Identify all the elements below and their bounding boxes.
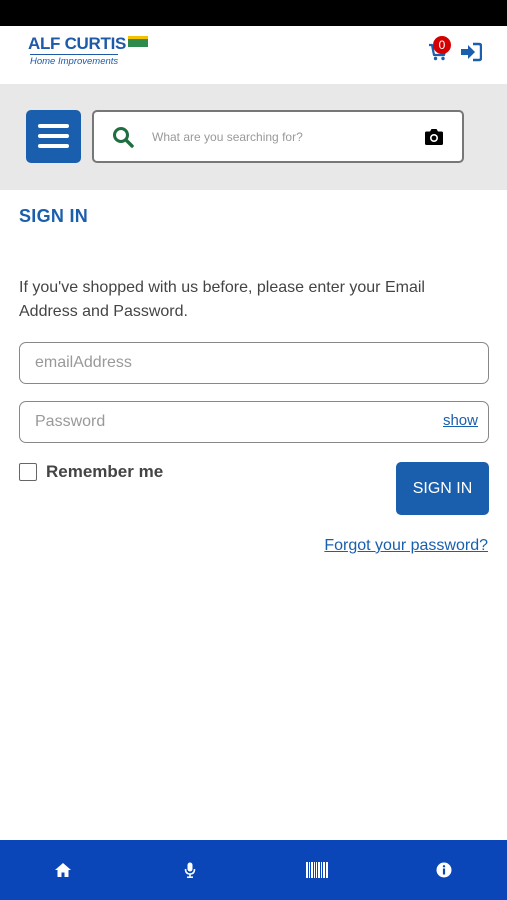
sign-in-button[interactable]: SIGN IN: [396, 462, 489, 515]
nav-barcode[interactable]: [254, 840, 380, 900]
logo[interactable]: ALF CURTIS Home Improvements: [28, 34, 149, 70]
intro-text: If you've shopped with us before, please…: [19, 279, 425, 320]
menu-icon-bar: [38, 134, 69, 138]
search-box: [92, 110, 464, 163]
remember-me-label: Remember me: [46, 462, 164, 481]
logo-flag-icon: [128, 36, 149, 47]
menu-icon-bar: [38, 124, 69, 128]
logo-wordmark: ALF CURTIS: [28, 34, 149, 54]
nav-voice[interactable]: [127, 840, 253, 900]
search-icon[interactable]: [112, 126, 134, 148]
sign-in-icon[interactable]: [460, 42, 482, 62]
camera-icon[interactable]: [424, 128, 444, 146]
barcode-icon: [306, 862, 328, 878]
info-icon: [436, 862, 452, 878]
logo-line1: ALF CURTIS: [28, 34, 127, 53]
password-field: show: [19, 401, 489, 443]
nav-info[interactable]: [381, 840, 507, 900]
header: ALF CURTIS Home Improvements 0: [0, 26, 507, 84]
password-input[interactable]: [35, 411, 415, 433]
home-icon: [55, 863, 71, 877]
microphone-icon: [184, 862, 196, 878]
remember-me-checkbox[interactable]: [19, 463, 37, 481]
email-field: [19, 342, 489, 384]
logo-line2: Home Improvements: [30, 54, 119, 67]
menu-icon-bar: [38, 144, 69, 148]
show-password-link[interactable]: show: [443, 412, 478, 429]
email-input[interactable]: [35, 352, 415, 374]
search-input[interactable]: [152, 124, 402, 150]
nav-home[interactable]: [0, 840, 126, 900]
forgot-password-link[interactable]: Forgot your password?: [324, 537, 488, 555]
status-bar: [0, 0, 507, 26]
cart-count-badge: 0: [433, 36, 451, 54]
menu-button[interactable]: [26, 110, 81, 163]
bottom-nav: [0, 840, 507, 900]
page-title: SIGN IN: [19, 206, 89, 226]
